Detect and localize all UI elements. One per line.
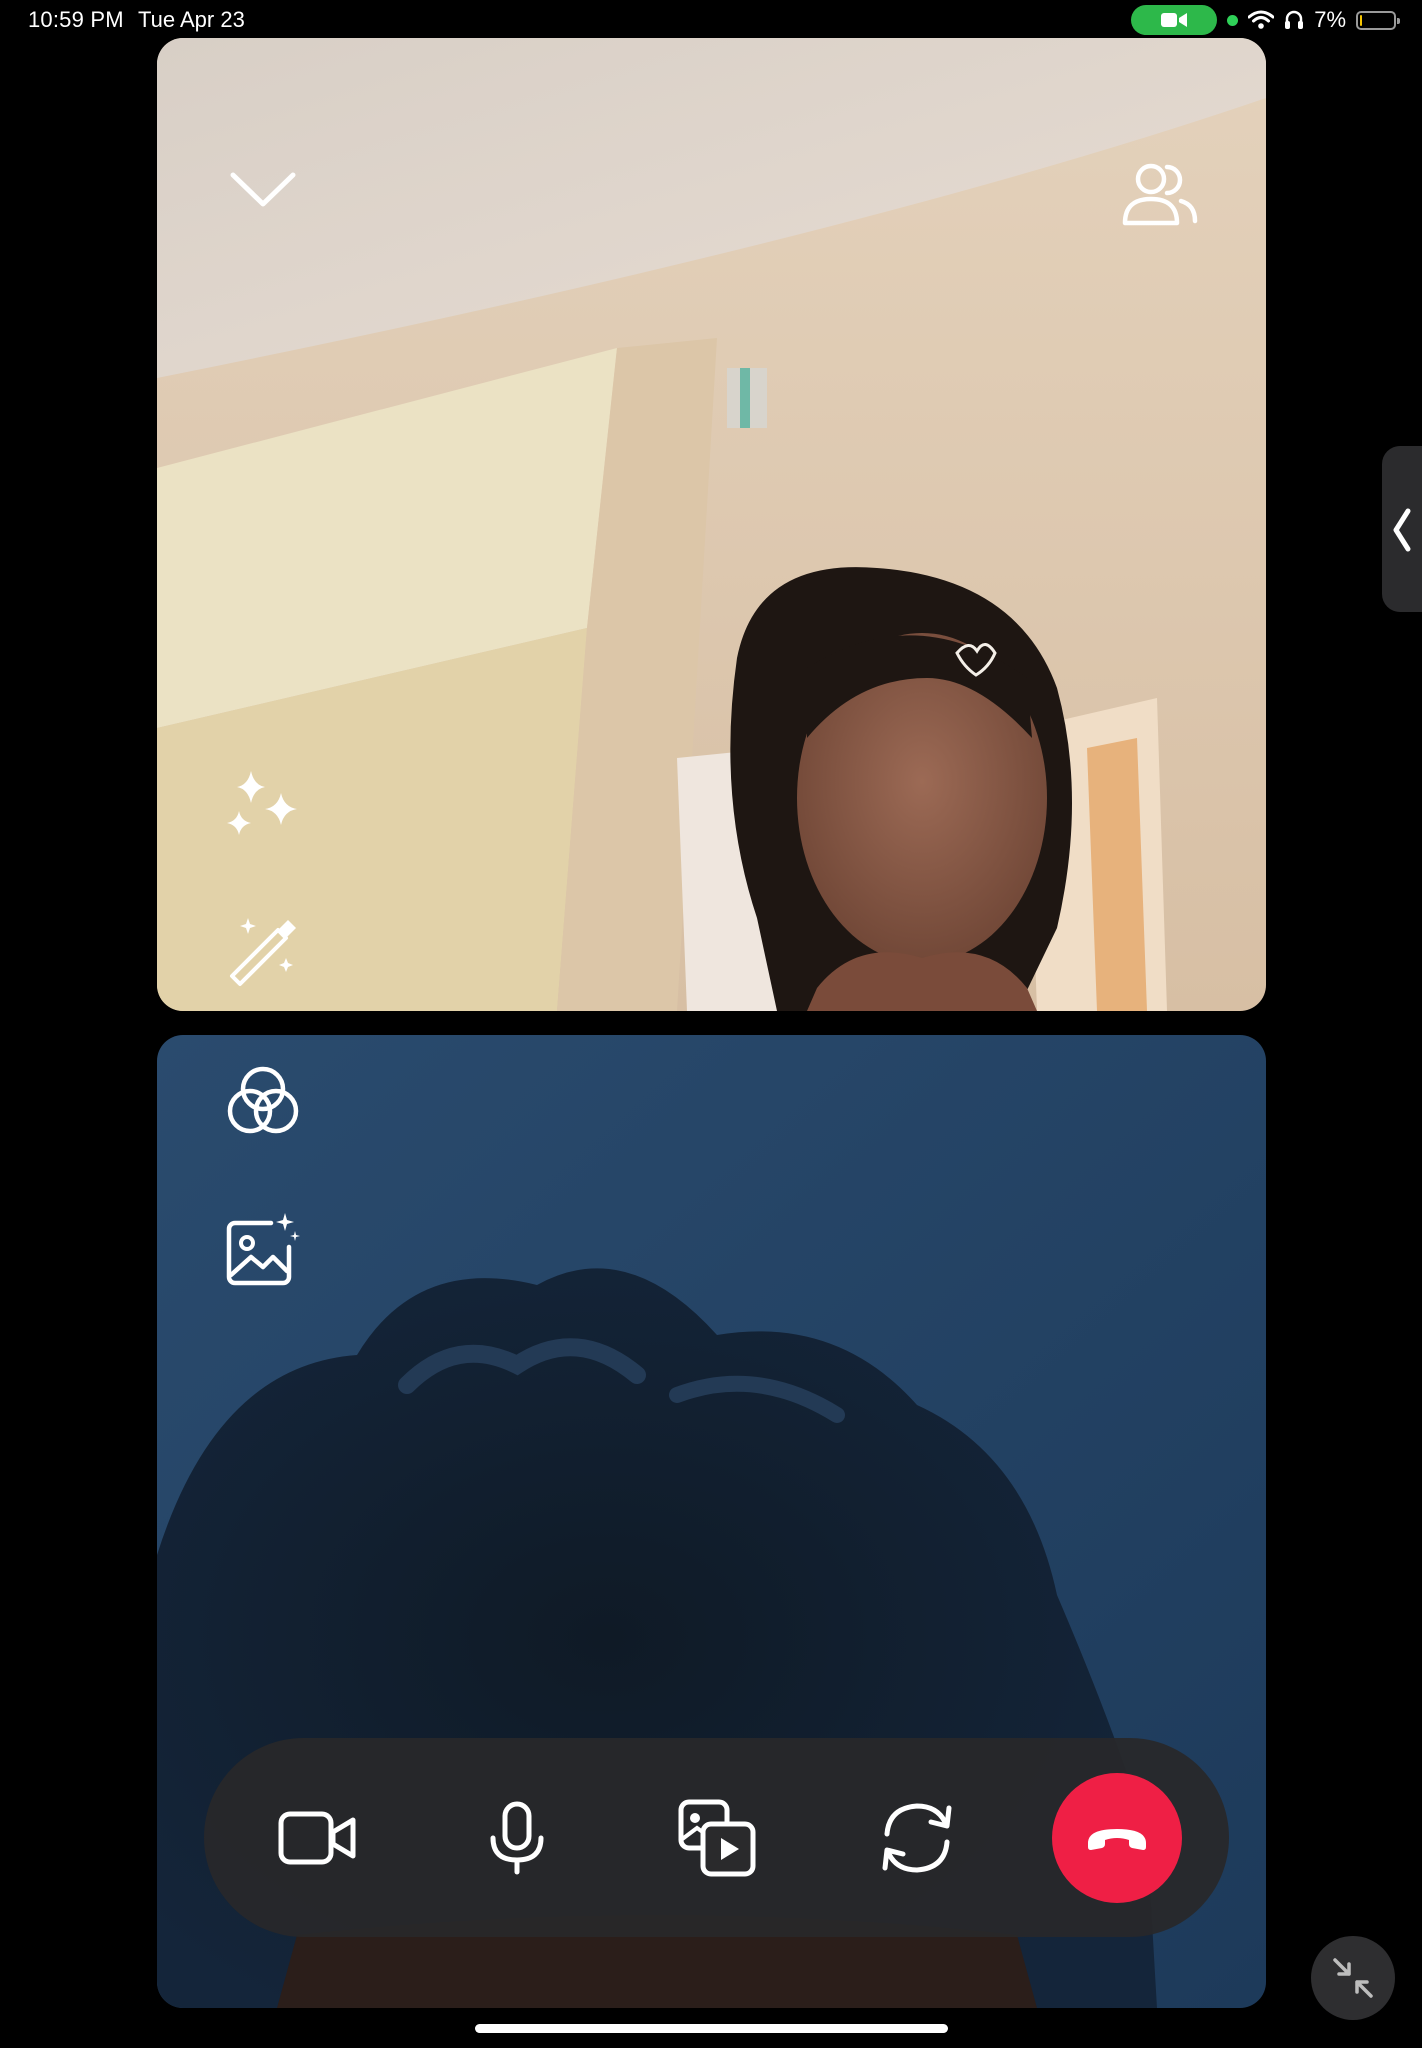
status-time: 10:59 PM [28,7,124,32]
chevron-left-icon [1393,508,1411,552]
video-camera-indicator-icon [1131,5,1218,35]
battery-level [1360,14,1362,26]
battery-percent: 7% [1314,7,1346,32]
camera-icon [278,1811,356,1865]
home-indicator[interactable] [475,2024,948,2033]
chevron-down-icon [230,172,296,207]
headphones-icon [1285,10,1304,29]
remote-video-feed [157,38,1266,1011]
background-image-icon [226,1213,300,1286]
status-date: Tue Apr 23 [138,7,245,32]
call-control-bar [204,1738,1229,1937]
filters-button[interactable] [213,1055,313,1145]
media-share-icon [678,1799,756,1877]
microphone-icon [490,1801,544,1875]
side-panel-handle[interactable] [1382,446,1422,612]
effects-button[interactable] [213,760,313,850]
status-bar: 10:59 PM Tue Apr 23 7% [0,0,1422,40]
remote-video-tile[interactable] [157,38,1266,1011]
share-media-button[interactable] [659,1780,775,1896]
microphone-toggle-button[interactable] [459,1780,575,1896]
collapse-button[interactable] [223,160,303,220]
end-call-icon [1088,1829,1146,1850]
participants-button[interactable] [1115,148,1205,238]
participants-icon [1122,163,1198,226]
minimize-button[interactable] [1311,1936,1395,2020]
minimize-icon [1333,1958,1373,1998]
touch-up-button[interactable] [213,903,313,993]
battery-icon [1356,10,1400,30]
sparkles-icon [227,771,297,835]
magic-wand-icon [230,918,296,986]
end-call-button[interactable] [1052,1773,1182,1903]
filters-icon [227,1066,299,1134]
camera-toggle-button[interactable] [259,1780,375,1896]
status-indicators: 7% [1131,5,1400,35]
flip-camera-button[interactable] [859,1780,975,1896]
wifi-icon [1248,10,1275,29]
background-button[interactable] [213,1203,313,1293]
green-dot-icon [1227,14,1239,26]
flip-camera-icon [882,1803,952,1873]
